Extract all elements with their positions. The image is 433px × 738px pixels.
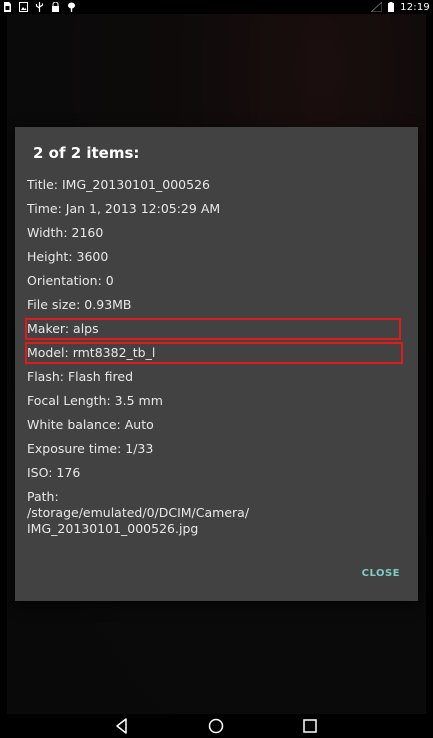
detail-height: Height: 3600 <box>27 249 109 264</box>
detail-orientation: Orientation: 0 <box>27 273 114 288</box>
navigation-bar <box>0 714 433 738</box>
detail-iso: ISO: 176 <box>27 465 81 480</box>
clock: 12:19 <box>400 1 430 13</box>
close-button[interactable]: CLOSE <box>362 568 400 579</box>
status-icons-right: 12:19 <box>371 0 430 14</box>
status-bar: 12:19 <box>0 0 433 14</box>
details-dialog: 2 of 2 items: Title: IMG_20130101_000526… <box>15 127 418 601</box>
lock-icon <box>52 2 59 12</box>
detail-width: Width: 2160 <box>27 225 104 240</box>
image-icon <box>19 2 28 12</box>
detail-time: Time: Jan 1, 2013 12:05:29 AM <box>27 201 221 216</box>
detail-focal-length: Focal Length: 3.5 mm <box>27 393 163 408</box>
model-highlight-box <box>25 342 403 364</box>
detail-path: Path: /storage/emulated/0/DCIM/Camera/ I… <box>27 489 250 536</box>
signal-icon <box>371 2 383 12</box>
back-icon[interactable] <box>112 716 132 736</box>
usb-icon <box>35 2 44 12</box>
detail-title: Title: IMG_20130101_000526 <box>27 177 210 192</box>
dialog-title: 2 of 2 items: <box>33 144 140 162</box>
maker-highlight-box <box>25 318 401 340</box>
status-icons-left <box>3 0 76 14</box>
sim-card-icon <box>4 2 11 12</box>
detail-white-balance: White balance: Auto <box>27 417 154 432</box>
battery-icon <box>388 2 395 12</box>
home-icon[interactable] <box>206 716 226 736</box>
recents-icon[interactable] <box>300 716 320 736</box>
detail-exposure-time: Exposure time: 1/33 <box>27 441 154 456</box>
detail-flash: Flash: Flash fired <box>27 369 134 384</box>
detail-file-size: File size: 0.93MB <box>27 297 132 312</box>
bug-report-icon <box>68 2 75 12</box>
